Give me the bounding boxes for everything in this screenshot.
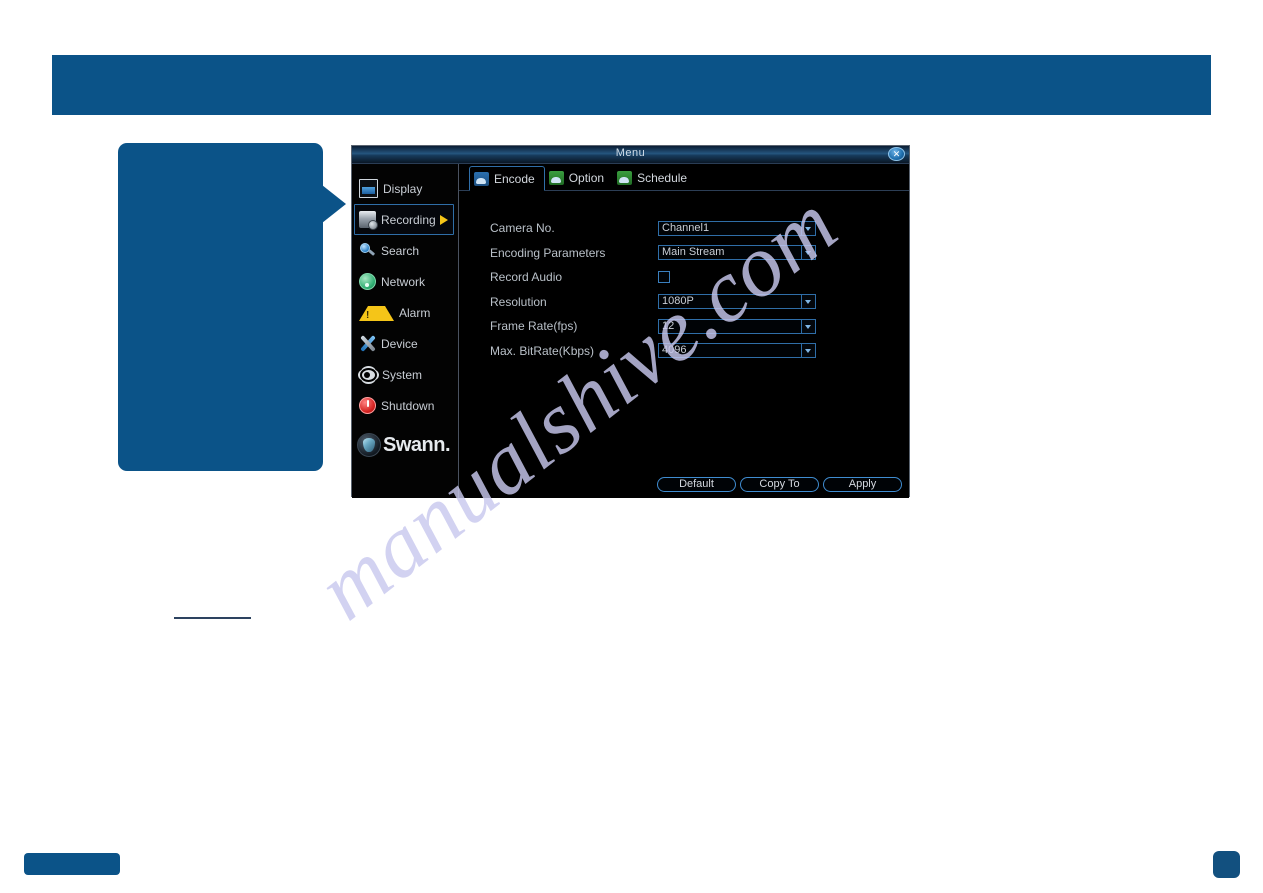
- field-label: Frame Rate(fps): [490, 319, 578, 334]
- chevron-down-icon[interactable]: [801, 221, 815, 235]
- sidebar-item-search[interactable]: Search: [352, 235, 458, 266]
- tab-strip: Encode Option Schedule: [459, 164, 909, 191]
- max-bitrate-select[interactable]: 4096: [658, 343, 816, 359]
- frame-rate-value: 12: [662, 319, 675, 332]
- sidebar-item-alarm[interactable]: Alarm: [352, 297, 458, 328]
- resolution-select[interactable]: 1080P: [658, 294, 816, 310]
- footer-tab-marker: [24, 853, 120, 875]
- horizontal-rule: [174, 617, 251, 619]
- chevron-right-icon: [440, 214, 448, 225]
- tab-encode[interactable]: Encode: [469, 166, 545, 191]
- alarm-icon: [359, 306, 394, 321]
- field-label: Record Audio: [490, 270, 563, 285]
- window-body: Display Recording Search Network Alarm: [352, 164, 909, 498]
- encoding-parameters-select[interactable]: Main Stream: [658, 245, 816, 261]
- camera-no-select[interactable]: Channel1: [658, 220, 816, 236]
- sidebar-item-system[interactable]: System: [352, 359, 458, 390]
- picture-icon: [474, 171, 489, 186]
- tab-label: Schedule: [637, 170, 688, 185]
- sidebar-item-label: Alarm: [399, 305, 431, 320]
- field-label: Max. BitRate(Kbps): [490, 343, 595, 358]
- form-row-record-audio: Record Audio: [459, 265, 909, 290]
- picture-icon: [617, 170, 633, 185]
- frame-rate-select[interactable]: 12: [658, 318, 816, 334]
- sidebar-item-device[interactable]: Device: [352, 328, 458, 359]
- copy-to-button[interactable]: Copy To: [740, 477, 819, 492]
- dvr-menu-window: Menu ✕ Display Recording Search Network: [351, 145, 910, 498]
- page-header-banner: [52, 55, 1211, 115]
- callout-pointer-icon: [322, 185, 346, 223]
- resolution-value: 1080P: [662, 295, 694, 308]
- sidebar-item-label: System: [382, 367, 423, 382]
- tab-label: Option: [568, 170, 605, 185]
- search-icon: [359, 242, 376, 259]
- chevron-down-icon[interactable]: [801, 295, 815, 309]
- shutdown-icon: [359, 397, 376, 414]
- recording-icon: [359, 211, 378, 230]
- encoding-parameters-value: Main Stream: [662, 246, 725, 259]
- sidebar-item-label: Network: [381, 274, 426, 289]
- window-titlebar: Menu ✕: [352, 146, 909, 164]
- tab-option[interactable]: Option: [545, 165, 613, 190]
- apply-button[interactable]: Apply: [823, 477, 902, 492]
- device-icon: [359, 335, 376, 352]
- default-button[interactable]: Default: [657, 477, 736, 492]
- chevron-down-icon[interactable]: [801, 319, 815, 333]
- tab-label: Encode: [494, 171, 535, 186]
- callout-balloon: [118, 143, 323, 471]
- field-label: Resolution: [490, 294, 547, 309]
- page-number-marker: [1213, 851, 1240, 878]
- encode-settings-form: Camera No. Channel1 Encoding Parameters …: [459, 216, 909, 363]
- tab-schedule[interactable]: Schedule: [613, 165, 696, 190]
- max-bitrate-value: 4096: [662, 344, 687, 357]
- sidebar-item-label: Recording: [381, 212, 436, 227]
- sidebar-item-label: Shutdown: [381, 398, 435, 413]
- chevron-down-icon[interactable]: [801, 246, 815, 260]
- picture-icon: [548, 170, 564, 185]
- form-row-frame-rate: Frame Rate(fps) 12: [459, 314, 909, 339]
- swann-mark-icon: [357, 433, 381, 457]
- sidebar-item-network[interactable]: Network: [352, 266, 458, 297]
- sidebar-item-display[interactable]: Display: [352, 173, 458, 204]
- display-icon: [359, 179, 378, 198]
- chevron-down-icon[interactable]: [801, 344, 815, 358]
- window-title: Menu: [615, 147, 646, 159]
- field-label: Camera No.: [490, 221, 555, 236]
- camera-no-value: Channel1: [662, 221, 710, 234]
- form-row-encoding-parameters: Encoding Parameters Main Stream: [459, 241, 909, 266]
- system-icon: [360, 368, 377, 382]
- sidebar-item-label: Search: [381, 243, 420, 258]
- main-sidebar: Display Recording Search Network Alarm: [352, 164, 459, 498]
- field-label: Encoding Parameters: [490, 245, 606, 260]
- form-row-camera-no: Camera No. Channel1: [459, 216, 909, 241]
- form-row-resolution: Resolution 1080P: [459, 290, 909, 315]
- sidebar-item-shutdown[interactable]: Shutdown: [352, 390, 458, 421]
- brand-name: Swann.: [383, 433, 451, 456]
- content-pane: Encode Option Schedule Camera No. Channe…: [459, 164, 909, 498]
- sidebar-item-label: Device: [381, 336, 418, 351]
- sidebar-item-label: Display: [383, 181, 423, 196]
- swann-logo: Swann.: [352, 433, 458, 457]
- sidebar-item-recording[interactable]: Recording: [354, 204, 454, 235]
- form-row-max-bitrate: Max. BitRate(Kbps) 4096: [459, 339, 909, 364]
- network-icon: [359, 273, 376, 290]
- action-button-bar: Default Copy To Apply: [657, 477, 902, 492]
- record-audio-checkbox[interactable]: [658, 271, 670, 284]
- close-icon[interactable]: ✕: [888, 147, 905, 161]
